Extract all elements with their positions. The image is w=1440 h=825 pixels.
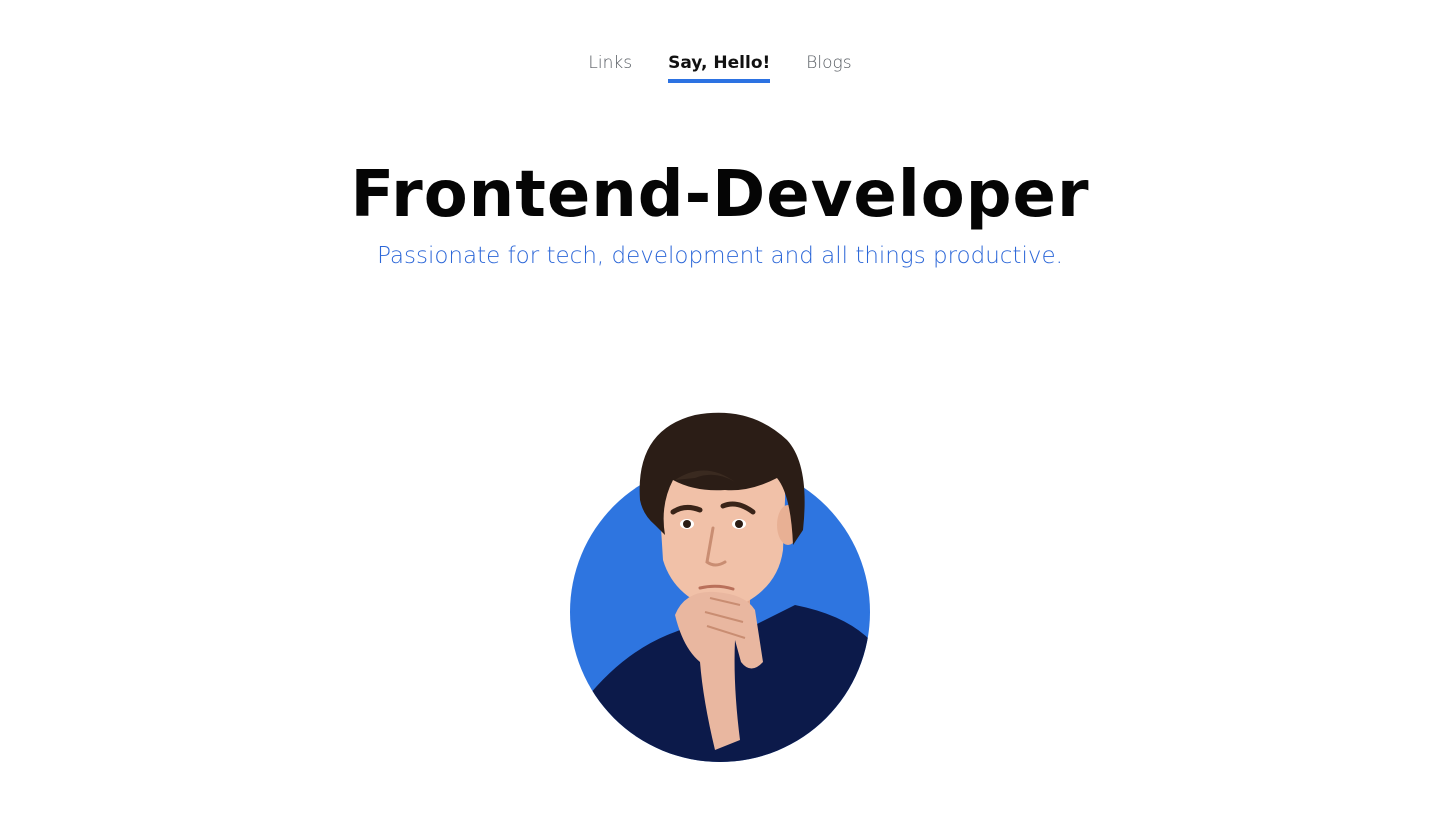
- page-title: Frontend-Developer: [350, 158, 1090, 232]
- profile-photo: [555, 400, 885, 770]
- profile-photo-illustration: [570, 412, 870, 762]
- nav-link-blogs[interactable]: Blogs: [806, 52, 851, 83]
- nav-link-say-hello[interactable]: Say, Hello!: [668, 52, 771, 83]
- main-nav: Links Say, Hello! Blogs: [0, 52, 1440, 83]
- page-subtitle: Passionate for tech, development and all…: [377, 243, 1063, 269]
- nav-link-links[interactable]: Links: [588, 52, 632, 83]
